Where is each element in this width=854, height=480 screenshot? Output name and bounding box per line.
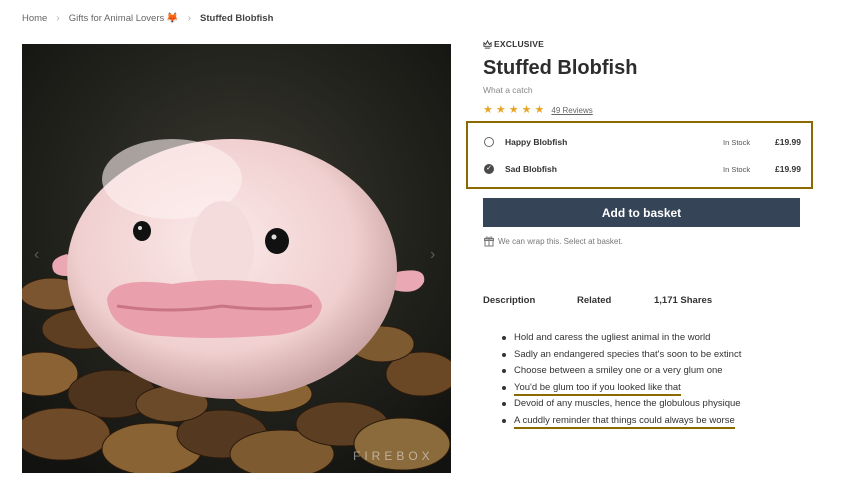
- chevron-right-icon: ›: [187, 13, 192, 24]
- rating: ★ ★ ★ ★ ★ 49 Reviews: [483, 105, 593, 116]
- bullet-text: You'd be glum too if you looked like tha…: [514, 381, 681, 396]
- star-icon: ★: [495, 104, 506, 116]
- watermark: FIREBOX: [353, 449, 434, 463]
- exclusive-label: EXCLUSIVE: [494, 39, 544, 49]
- list-item: Sadly an endangered species that's soon …: [499, 348, 741, 365]
- product-title: Stuffed Blobfish: [483, 57, 638, 79]
- bullet-text: A cuddly reminder that things could alwa…: [514, 414, 735, 429]
- list-item: Devoid of any muscles, hence the globulo…: [499, 397, 741, 414]
- star-icon: ★: [521, 104, 532, 116]
- list-item: You'd be glum too if you looked like tha…: [499, 381, 741, 398]
- variant-name: Sad Blobfish: [505, 164, 557, 174]
- radio-unchecked-icon[interactable]: [484, 137, 494, 147]
- list-item: A cuddly reminder that things could alwa…: [499, 414, 741, 431]
- reviews-link[interactable]: 49 Reviews: [551, 106, 592, 115]
- add-to-basket-button[interactable]: Add to basket: [483, 198, 800, 227]
- bullet-text: Choose between a smiley one or a very gl…: [514, 365, 723, 377]
- product-subtitle: What a catch: [483, 85, 533, 95]
- breadcrumb: Home › Gifts for Animal Lovers 🦊 › Stuffe…: [22, 13, 273, 24]
- star-icon: ★: [483, 104, 493, 116]
- tab-related[interactable]: Related: [577, 295, 611, 306]
- breadcrumb-current: Stuffed Blobfish: [200, 13, 274, 24]
- crown-icon: [483, 39, 492, 49]
- stock-status: In Stock: [723, 164, 751, 174]
- tab-description[interactable]: Description: [483, 295, 535, 306]
- bullet-text: Hold and caress the ugliest animal in th…: [514, 332, 711, 343]
- fox-icon: 🦊: [166, 13, 179, 24]
- list-item: Choose between a smiley one or a very gl…: [499, 364, 741, 381]
- blobfish-photo: [22, 44, 451, 473]
- gift-icon: [484, 236, 494, 247]
- radio-checked-icon[interactable]: ✓: [484, 164, 494, 174]
- variant-price: £19.99: [775, 137, 801, 147]
- description-list: Hold and caress the ugliest animal in th…: [499, 331, 741, 431]
- gift-wrap-note: We can wrap this. Select at basket.: [484, 236, 623, 247]
- star-icon: ★: [508, 104, 519, 116]
- chevron-right-icon: ›: [56, 13, 60, 24]
- variant-option-happy[interactable]: Happy Blobfish In Stock £19.99: [484, 135, 804, 149]
- bullet-text: Sadly an endangered species that's soon …: [514, 348, 742, 360]
- breadcrumb-home[interactable]: Home: [22, 13, 47, 24]
- breadcrumb-category[interactable]: Gifts for Animal Lovers 🦊: [69, 13, 179, 24]
- variant-name: Happy Blobfish: [505, 137, 568, 147]
- tab-shares[interactable]: 1,171 Shares: [654, 295, 712, 306]
- product-image[interactable]: FIREBOX: [22, 44, 451, 473]
- variant-price: £19.99: [775, 164, 801, 174]
- exclusive-badge: EXCLUSIVE: [483, 39, 544, 49]
- bullet-text: Devoid of any muscles, hence the globulo…: [514, 398, 741, 410]
- stock-status: In Stock: [723, 137, 751, 147]
- list-item: Hold and caress the ugliest animal in th…: [499, 331, 741, 348]
- chevron-left-icon[interactable]: ‹: [34, 246, 39, 264]
- chevron-right-icon[interactable]: ›: [430, 246, 435, 264]
- star-icon: ★: [534, 104, 545, 116]
- variant-option-sad[interactable]: ✓ Sad Blobfish In Stock £19.99: [484, 162, 804, 176]
- breadcrumb-category-label: Gifts for Animal Lovers: [68, 13, 165, 24]
- gift-wrap-text: We can wrap this. Select at basket.: [498, 237, 623, 246]
- variant-selector: Happy Blobfish In Stock £19.99 ✓ Sad Blo…: [466, 121, 813, 189]
